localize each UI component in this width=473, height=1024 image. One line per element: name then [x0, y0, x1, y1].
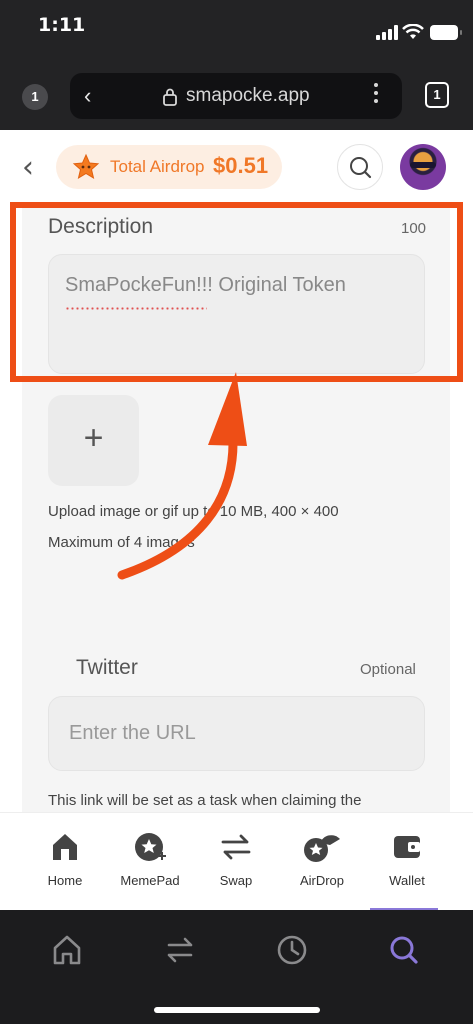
- wallet-icon: [394, 836, 420, 858]
- nav-home-label: Home: [47, 873, 83, 888]
- back-button[interactable]: ‹: [22, 150, 34, 185]
- nav-swap-label: Swap: [219, 873, 253, 888]
- browser-top-bar: 1 ‹ smapocke.app 1: [0, 60, 473, 130]
- address-bar[interactable]: ‹ smapocke.app: [70, 73, 402, 119]
- tab-group-button[interactable]: 1: [22, 84, 48, 110]
- upload-image-button[interactable]: +: [48, 395, 139, 486]
- home-icon: [53, 834, 77, 860]
- status-time: 1:11: [38, 14, 86, 36]
- twitter-label: Twitter: [76, 656, 138, 679]
- home-indicator: [154, 1007, 320, 1013]
- twitter-url-input[interactable]: Enter the URL: [48, 696, 425, 771]
- avatar[interactable]: [400, 144, 446, 190]
- memepad-icon: [135, 833, 166, 861]
- cellular-signal-icon: [376, 24, 398, 40]
- browser-bottom-toolbar: [0, 910, 473, 1024]
- status-bar: 1:11: [0, 0, 473, 60]
- nav-memepad[interactable]: MemePad: [115, 831, 185, 888]
- annotation-highlight-box: [10, 202, 463, 382]
- nav-airdrop[interactable]: AirDrop: [287, 831, 357, 888]
- nav-memepad-label: MemePad: [120, 873, 180, 888]
- upload-hint: Upload image or gif up to 10 MB, 400 × 4…: [48, 503, 339, 520]
- url-text: smapocke.app: [186, 85, 310, 106]
- nav-home[interactable]: Home: [30, 831, 100, 888]
- back-icon[interactable]: ‹: [84, 83, 91, 109]
- airdrop-icon: [304, 835, 340, 862]
- app-header: ‹ Total Airdrop $0.51: [0, 130, 473, 205]
- browser-history-icon[interactable]: [272, 930, 312, 970]
- tabs-button[interactable]: 1: [425, 82, 449, 108]
- total-airdrop-pill[interactable]: Total Airdrop $0.51: [56, 145, 282, 189]
- battery-icon: [430, 25, 462, 40]
- more-options-icon[interactable]: [374, 83, 380, 107]
- search-icon: [350, 157, 372, 179]
- upload-limit-hint: Maximum of 4 images: [48, 534, 195, 551]
- twitter-url-placeholder: Enter the URL: [69, 722, 196, 744]
- search-button[interactable]: [337, 144, 383, 190]
- browser-switch-icon[interactable]: [160, 930, 200, 970]
- airdrop-label: Total Airdrop: [110, 157, 205, 176]
- nav-wallet[interactable]: Wallet: [372, 831, 442, 888]
- lock-icon: [163, 88, 177, 106]
- airdrop-value: $0.51: [213, 153, 269, 178]
- nav-swap[interactable]: Swap: [201, 831, 271, 888]
- app-bottom-nav: Home MemePad Swap AirDrop Wallet: [0, 812, 473, 910]
- nav-wallet-label: Wallet: [389, 873, 425, 888]
- browser-home-icon[interactable]: [47, 930, 87, 970]
- nav-airdrop-label: AirDrop: [299, 873, 345, 888]
- star-icon: [72, 153, 100, 180]
- swap-icon: [221, 834, 251, 860]
- twitter-optional: Optional: [360, 661, 416, 678]
- browser-search-icon[interactable]: [384, 930, 424, 970]
- twitter-hint: This link will be set as a task when cla…: [48, 792, 362, 809]
- plus-icon: +: [83, 419, 104, 457]
- wifi-icon: [402, 24, 424, 39]
